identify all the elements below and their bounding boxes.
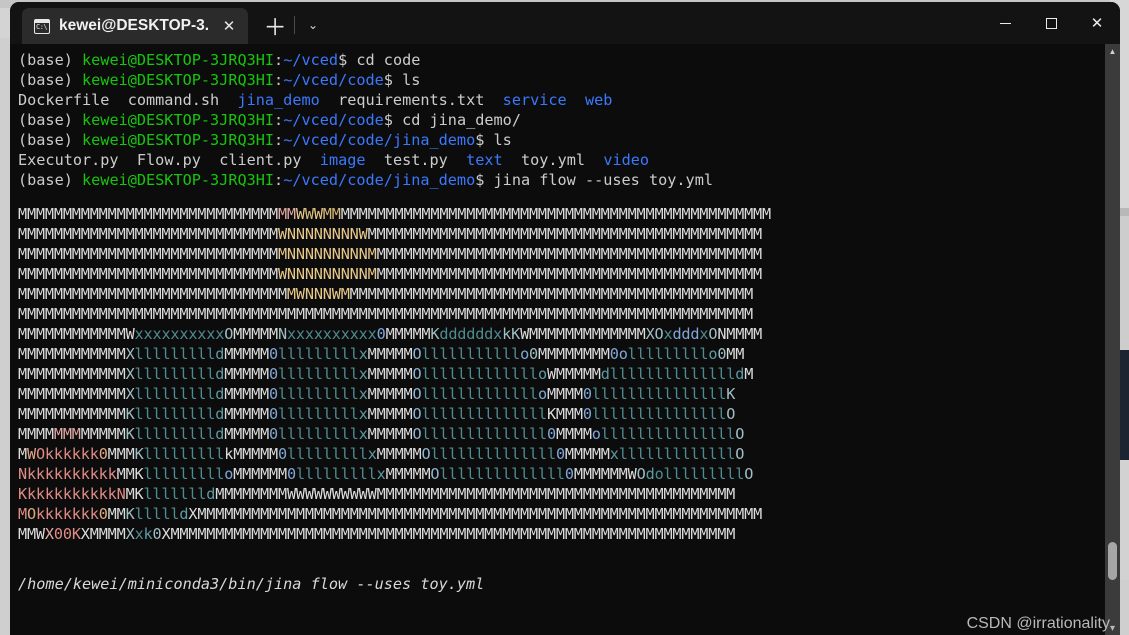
terminal-prompt-line: (base) kewei@DESKTOP-3JRQ3HI:~/vced/code…	[18, 111, 521, 129]
watermark-text: CSDN @irrationality	[966, 615, 1110, 632]
ascii-art-line: KkkkkkkkkkkNMKllllllldMMMMMMMMWWWWWWWWWW…	[18, 485, 736, 503]
prompt-path: ~/vced/code	[283, 71, 384, 89]
screen: n kewei@DESKTOP-3. ✕ ＋ ⌄ ✕ (base) kewei@…	[0, 0, 1129, 635]
console-output: (base) kewei@DESKTOP-3JRQ3HI:~/vced$ cd …	[18, 50, 1120, 190]
ascii-art-line: MMMMMMMMMMMMMMMMMMMMMMMMMMMMMMMWWWMMMMMM…	[18, 205, 771, 223]
ascii-art-line: MMMMMMMMMMMMMMMMMMMMMMMMMMMMMMNNNNNNNNNM…	[18, 245, 762, 263]
prompt-user-host: kewei@DESKTOP-3JRQ3HI	[82, 171, 275, 189]
prompt-user-host: kewei@DESKTOP-3JRQ3HI	[82, 131, 275, 149]
ascii-art-line: MMMMMMMMMMMMXllllllllldMMMMM0lllllllllxM…	[18, 385, 736, 403]
ls-entry-dir: text	[466, 151, 503, 169]
scrollbar-thumb[interactable]	[1108, 542, 1117, 580]
ls-entry-file: requirements.txt	[338, 91, 485, 109]
ls-entry-file: Dockerfile	[18, 91, 110, 109]
ascii-art-line: NkkkkkkkkkkMMKllllllllloMMMMMM0lllllllll…	[18, 465, 754, 483]
ls-entry-dir: video	[603, 151, 650, 169]
prompt-path: ~/vced/code/jina_demo	[283, 171, 476, 189]
ascii-art-line: MMMMMMMMMMMMWxxxxxxxxxxOMMMMMNxxxxxxxxxx…	[18, 325, 763, 343]
ls-entry-file: test.py	[383, 151, 448, 169]
ls-entry-dir: web	[584, 91, 613, 109]
terminal-prompt-line: (base) kewei@DESKTOP-3JRQ3HI:~/vced/code…	[18, 131, 512, 149]
ascii-art-line: MMMMMMMMMMMMMMMMMMMMMMMMMMMMMMMMMMMMMMMM…	[18, 305, 754, 323]
chevron-down-icon[interactable]: ⌄	[299, 8, 327, 42]
ascii-art-line: MOkkkkkkk0MMKllllldXMMMMMMMMMMMMMMMMMMMM…	[18, 505, 763, 523]
prompt-user-host: kewei@DESKTOP-3JRQ3HI	[82, 111, 275, 129]
terminal-scrollbar[interactable]: ▲	[1105, 44, 1120, 635]
terminal-prompt-line: (base) kewei@DESKTOP-3JRQ3HI:~/vced/code…	[18, 71, 421, 89]
ls-entry-file: toy.yml	[521, 151, 586, 169]
ls-entry-dir: image	[319, 151, 366, 169]
ascii-art-line: MMMMMMMMMMMMMMMMMMMMMMMMMMMMMWNNNNNNNNNM…	[18, 265, 762, 283]
terminal-body[interactable]: (base) kewei@DESKTOP-3JRQ3HI:~/vced$ cd …	[10, 44, 1120, 635]
prompt-command: ls	[402, 71, 421, 89]
ascii-art-line: MMMMMMMMMMMMMMMMMMMMMMMMMMMMMWNNNNNNNNWM…	[18, 225, 762, 243]
prompt-command: cd jina_demo/	[402, 111, 521, 129]
ls-entry-file: command.sh	[127, 91, 220, 109]
scroll-up-icon[interactable]: ▲	[1105, 44, 1120, 58]
new-tab-button[interactable]: ＋	[258, 8, 292, 42]
maximize-button[interactable]	[1028, 2, 1074, 44]
prompt-user-host: kewei@DESKTOP-3JRQ3HI	[82, 51, 275, 69]
ascii-art-line: MMMMMMMMMMMMXllllllllldMMMMM0lllllllllxM…	[18, 345, 745, 363]
prompt-path: ~/vced/code	[283, 111, 384, 129]
ascii-art-banner: MMMMMMMMMMMMMMMMMMMMMMMMMMMMMMMWWWMMMMMM…	[18, 204, 1120, 544]
watermark: CSDN @irrationality▾	[966, 615, 1115, 634]
prompt-command: ls	[493, 131, 512, 149]
prompt-command: jina flow --uses toy.yml	[493, 171, 713, 189]
window-controls: ✕	[982, 2, 1120, 44]
ls-entry-dir: service	[502, 91, 567, 109]
terminal-ls-output: Executor.py Flow.py client.py image test…	[18, 150, 1120, 170]
ascii-art-line: MMMMMMMMMMMMXllllllllldMMMMM0lllllllllxM…	[18, 365, 754, 383]
status-line: /home/kewei/miniconda3/bin/jina flow --u…	[18, 575, 485, 593]
ls-entry-file: Executor.py	[18, 151, 119, 169]
prompt-path: ~/vced/code/jina_demo	[283, 131, 476, 149]
ascii-art-line: MMWX00KXMMMMXxk0XMMMMMMMMMMMMMMMMMMMMMMM…	[18, 525, 736, 543]
console-icon	[34, 18, 50, 34]
tab-separator	[294, 16, 296, 34]
title-bar: kewei@DESKTOP-3. ✕ ＋ ⌄ ✕	[10, 2, 1120, 44]
tab-terminal[interactable]: kewei@DESKTOP-3. ✕	[22, 8, 249, 44]
terminal-prompt-line: (base) kewei@DESKTOP-3JRQ3HI:~/vced$ cd …	[18, 51, 421, 69]
ascii-art-line: MMMMMMMMMMMMKllllllllldMMMMM0lllllllllxM…	[18, 405, 736, 423]
watermark-mark: ▾	[1109, 623, 1115, 634]
ls-entry-dir: jina_demo	[237, 91, 320, 109]
ls-entry-file: client.py	[219, 151, 302, 169]
close-window-button[interactable]: ✕	[1074, 2, 1120, 44]
prompt-command: cd code	[356, 51, 421, 69]
prompt-user-host: kewei@DESKTOP-3JRQ3HI	[82, 71, 275, 89]
minimize-button[interactable]	[982, 2, 1028, 44]
prompt-path: ~/vced	[283, 51, 339, 69]
ascii-art-line: MMMMMMMMMMMMMMMMMMMMMMMMMMMMMMMWNNNWMMMM…	[18, 285, 754, 303]
ascii-art-line: MMMMMMMMMMMMKllllllllldMMMMM0lllllllllxM…	[18, 425, 745, 443]
close-tab-icon[interactable]: ✕	[218, 15, 240, 37]
ls-entry-file: Flow.py	[136, 151, 201, 169]
terminal-ls-output: Dockerfile command.sh jina_demo requirem…	[18, 90, 1120, 110]
ascii-art-line: MWOkkkkkk0MMMKlllllllllkMMMMM0lllllllllx…	[18, 445, 745, 463]
terminal-prompt-line: (base) kewei@DESKTOP-3JRQ3HI:~/vced/code…	[18, 171, 713, 189]
tab-title: kewei@DESKTOP-3.	[59, 17, 210, 34]
close-icon: ✕	[1090, 14, 1104, 32]
terminal-window: kewei@DESKTOP-3. ✕ ＋ ⌄ ✕ (base) kewei@DE…	[10, 2, 1120, 635]
